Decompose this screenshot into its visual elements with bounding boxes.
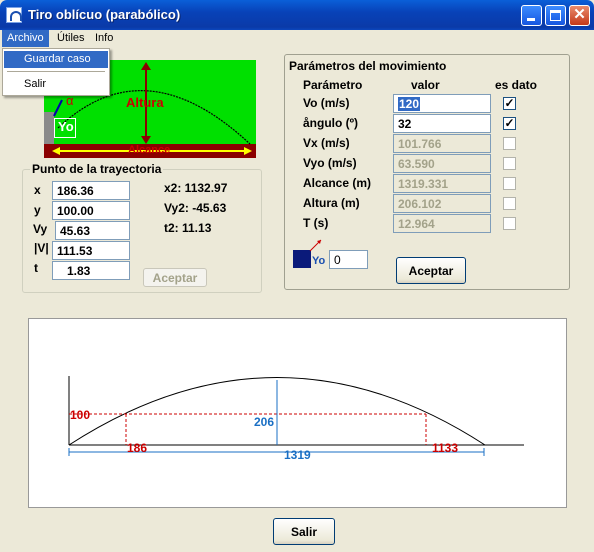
parameters-title: Parámetros del movimiento <box>287 59 449 73</box>
y0-color-icon <box>293 250 311 268</box>
param-input-vyo[interactable]: 63.590 <box>393 154 491 173</box>
v-input[interactable]: 111.53 <box>52 241 130 260</box>
param-input-vx[interactable]: 101.766 <box>393 134 491 153</box>
archivo-dropdown: Guardar caso Salir <box>2 48 110 96</box>
t-label: t <box>34 261 38 275</box>
plot-height-label: 206 <box>254 415 274 429</box>
minimize-button[interactable] <box>521 5 542 26</box>
menu-archivo[interactable]: Archivo <box>2 30 49 47</box>
menu-utiles[interactable]: Útiles <box>52 30 90 47</box>
t-input[interactable]: 1.83 <box>52 261 130 280</box>
menu-item-salir[interactable]: Salir <box>4 76 108 93</box>
y0-input[interactable]: 0 <box>329 250 368 269</box>
maximize-icon <box>550 10 561 21</box>
param-checkbox-angulo[interactable]: ✓ <box>503 117 516 130</box>
param-input-alcance[interactable]: 1319.331 <box>393 174 491 193</box>
param-checkbox-vyo[interactable] <box>503 157 516 170</box>
plot-range-label: 1319 <box>284 448 311 462</box>
parameters-accept-button[interactable]: Aceptar <box>396 257 466 284</box>
col-header-parametro: Parámetro <box>303 78 363 92</box>
param-checkbox-altura[interactable] <box>503 197 516 210</box>
diagram-range-label: Alcance <box>128 144 171 156</box>
param-label-angulo: ångulo (º) <box>303 116 359 130</box>
vy2-value: Vy2: -45.63 <box>164 201 227 215</box>
x2-value: x2: 1132.97 <box>164 181 228 195</box>
plot-y-point-label: 100 <box>70 408 90 422</box>
param-label-vx: Vx (m/s) <box>303 136 350 150</box>
col-header-valor: valor <box>411 78 440 92</box>
x-label: x <box>34 183 41 197</box>
y-label: y <box>34 203 41 217</box>
col-header-es-dato: es dato <box>495 78 538 92</box>
menu-info[interactable]: Info <box>90 30 118 47</box>
param-checkbox-vx[interactable] <box>503 137 516 150</box>
param-input-vo-text: 120 <box>398 97 421 111</box>
app-icon[interactable] <box>6 7 22 23</box>
diagram-y0-label: Yo <box>54 118 76 138</box>
trajectory-point-title: Punto de la trayectoria <box>30 162 164 176</box>
y-input[interactable]: 100.00 <box>52 201 130 220</box>
vy-input[interactable]: 45.63 <box>55 221 130 240</box>
close-button[interactable]: ✕ <box>569 5 590 26</box>
v-label: |V| <box>34 241 49 255</box>
vy-label: Vy <box>33 222 48 236</box>
param-input-t[interactable]: 12.964 <box>393 214 491 233</box>
param-checkbox-vo[interactable]: ✓ <box>503 97 516 110</box>
param-label-vyo: Vyo (m/s) <box>303 156 357 170</box>
exit-button[interactable]: Salir <box>273 518 335 545</box>
param-label-t: T (s) <box>303 216 329 230</box>
param-input-altura[interactable]: 206.102 <box>393 194 491 213</box>
window-title: Tiro oblícuo (parabólico) <box>28 7 181 22</box>
param-checkbox-t[interactable] <box>503 217 516 230</box>
arrow-icon <box>309 239 322 252</box>
minimize-icon <box>527 18 535 21</box>
param-input-vo[interactable]: 120 <box>393 94 491 113</box>
maximize-button[interactable] <box>545 5 566 26</box>
param-label-alcance: Alcance (m) <box>303 176 372 190</box>
x-input[interactable]: 186.36 <box>52 181 130 200</box>
plot-x2-label: 1133 <box>432 441 458 455</box>
trajectory-accept-button[interactable]: Aceptar <box>143 268 207 287</box>
diagram-height-label: Altura <box>126 95 164 110</box>
close-icon: ✕ <box>573 6 586 23</box>
y0-icon-label: Yo <box>312 255 326 267</box>
trajectory-plot: 100 206 186 1319 1133 <box>68 376 524 462</box>
param-label-vo: Vo (m/s) <box>303 96 350 110</box>
plot-x1-label: 186 <box>127 441 147 455</box>
param-label-altura: Altura (m) <box>303 196 360 210</box>
param-input-angulo[interactable]: 32 <box>393 114 491 133</box>
menu-item-guardar-caso[interactable]: Guardar caso <box>4 51 108 68</box>
menu-separator <box>7 71 105 72</box>
param-checkbox-alcance[interactable] <box>503 177 516 190</box>
t2-value: t2: 11.13 <box>164 221 212 235</box>
